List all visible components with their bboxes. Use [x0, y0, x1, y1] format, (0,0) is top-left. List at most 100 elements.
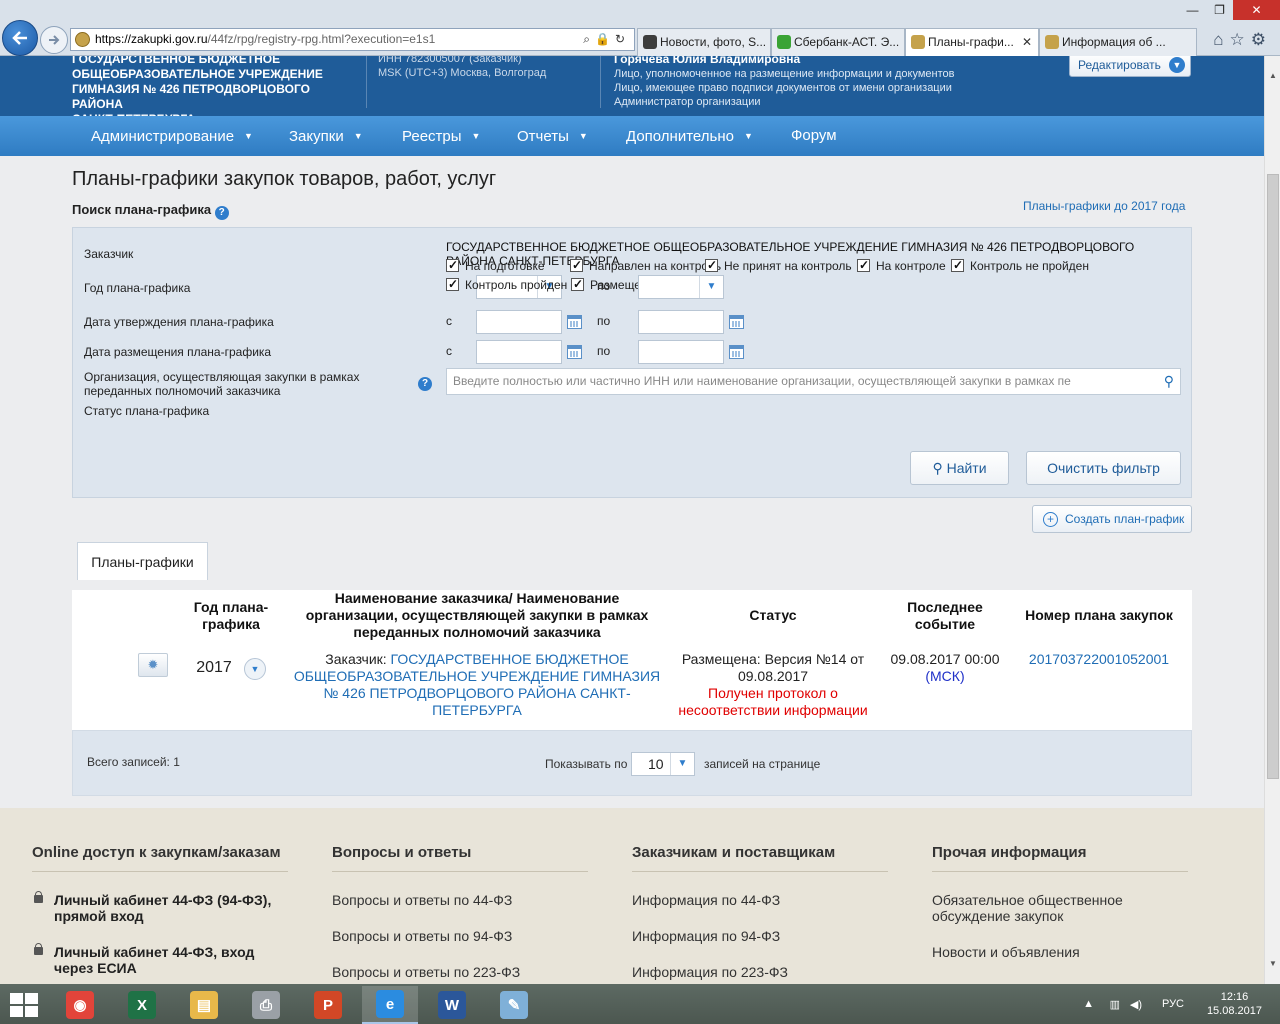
taskbar-app-file-explorer[interactable]: ▤: [176, 986, 232, 1024]
taskbar-app-chrome[interactable]: ◉: [52, 986, 108, 1024]
help-icon[interactable]: ?: [214, 206, 229, 220]
checkbox-checked-icon[interactable]: [705, 258, 718, 272]
footer-link[interactable]: Обязательное общественное обсуждение зак…: [932, 892, 1188, 924]
address-host: https://zakupki.gov.ru: [95, 32, 208, 46]
create-plan-label: Создать план-график: [1065, 512, 1185, 526]
status-checkbox[interactable]: Контроль не пройден: [951, 258, 1089, 273]
taskbar-app-word[interactable]: W: [424, 986, 480, 1024]
tray-arrow-icon[interactable]: ▲: [1083, 998, 1094, 1010]
search-button[interactable]: ⚲ Найти: [910, 451, 1009, 485]
footer-link[interactable]: Информация по 44-ФЗ: [632, 892, 888, 908]
plan-document-icon[interactable]: ✹: [138, 653, 168, 677]
row-plan-number[interactable]: 201703722001052001: [1012, 651, 1186, 668]
taskbar-app-powerpoint[interactable]: P: [300, 986, 356, 1024]
page-viewport: ГОСУДАРСТВЕННОЕ БЮДЖЕТНОЕ ОБЩЕОБРАЗОВАТЕ…: [0, 56, 1264, 990]
browser-tab-label: Новости, фото, S...: [660, 35, 767, 49]
taskbar-app-internet-explorer[interactable]: e: [362, 986, 418, 1024]
forward-button[interactable]: [40, 26, 68, 54]
approval-date-from-input[interactable]: [476, 310, 562, 334]
menu-item[interactable]: Реестры ▼: [402, 116, 480, 156]
browser-tab[interactable]: Информация об ...: [1039, 28, 1197, 56]
footer-link[interactable]: Личный кабинет 44-ФЗ (94-ФЗ), прямой вхо…: [32, 891, 288, 924]
calendar-icon[interactable]: [729, 345, 744, 359]
menu-item[interactable]: Администрирование ▼: [91, 116, 253, 156]
footer-link[interactable]: Вопросы и ответы по 223-ФЗ: [332, 964, 588, 980]
star-icon[interactable]: ☆: [1230, 30, 1251, 49]
org-search-input[interactable]: Введите полностью или частично ИНН или н…: [446, 368, 1181, 395]
menu-item[interactable]: Отчеты ▼: [517, 116, 588, 156]
help-icon[interactable]: ?: [418, 377, 432, 391]
create-plan-button[interactable]: + Создать план-график: [1032, 505, 1192, 533]
network-icon[interactable]: ▥: [1110, 998, 1120, 1011]
checkbox-checked-icon[interactable]: [951, 258, 964, 272]
status-checkbox[interactable]: На контроле: [857, 258, 946, 273]
scroll-up-icon[interactable]: ▲: [1265, 68, 1280, 84]
lock-icon[interactable]: 🔒: [595, 32, 615, 46]
refresh-icon[interactable]: ↻: [615, 32, 630, 46]
calendar-icon[interactable]: [567, 345, 582, 359]
language-indicator[interactable]: РУС: [1162, 998, 1184, 1010]
search-icon[interactable]: ⚲: [1157, 369, 1174, 394]
edit-profile-button[interactable]: Редактировать ▼: [1069, 56, 1191, 77]
browser-tab[interactable]: Сбербанк-АСТ. Э...: [771, 28, 905, 56]
checkbox-checked-icon[interactable]: [857, 258, 870, 272]
placement-date-from-input[interactable]: [476, 340, 562, 364]
volume-icon[interactable]: ◀): [1130, 998, 1142, 1011]
footer-link[interactable]: Вопросы и ответы по 94-ФЗ: [332, 928, 588, 944]
row-last-event-tz: (МСК): [925, 668, 965, 684]
taskbar-app-paint[interactable]: ✎: [486, 986, 542, 1024]
status-checkbox[interactable]: Направлен на контроль: [570, 258, 721, 273]
minimize-button[interactable]: —: [1179, 0, 1206, 20]
footer-link[interactable]: Личный кабинет 44-ФЗ, вход через ЕСИА: [32, 943, 288, 976]
status-checkbox[interactable]: На подготовке: [446, 258, 545, 273]
tab-plans[interactable]: Планы-графики: [77, 542, 208, 580]
menu-item[interactable]: Дополнительно ▼: [626, 116, 753, 156]
taskbar-app-fax-printer[interactable]: ⎙: [238, 986, 294, 1024]
site-footer: Online доступ к закупкам/заказам Личный к…: [0, 808, 1264, 990]
footer-link[interactable]: Новости и объявления: [932, 944, 1188, 960]
footer-link[interactable]: Информация по 223-ФЗ: [632, 964, 888, 980]
footer-link[interactable]: Вопросы и ответы по 44-ФЗ: [332, 892, 588, 908]
taskbar-app-excel[interactable]: X: [114, 986, 170, 1024]
checkbox-checked-icon[interactable]: [571, 277, 584, 291]
status-checkbox[interactable]: Контроль пройден: [446, 277, 568, 292]
status-checkbox[interactable]: Размещен: [571, 277, 648, 292]
calendar-icon[interactable]: [567, 315, 582, 329]
home-icon[interactable]: ⌂: [1213, 30, 1229, 49]
gear-icon[interactable]: ⚙: [1251, 30, 1272, 49]
scrollbar-thumb[interactable]: [1267, 174, 1279, 779]
scroll-down-icon[interactable]: ▼: [1265, 956, 1280, 972]
page-size-select[interactable]: 10 ▼: [631, 752, 695, 776]
close-tab-icon[interactable]: ✕: [1022, 29, 1032, 55]
footer-link[interactable]: Информация по 94-ФЗ: [632, 928, 888, 944]
checkbox-checked-icon[interactable]: [570, 258, 583, 272]
arrow-left-icon: [12, 31, 27, 45]
status-checkbox[interactable]: Не принят на контроль: [705, 258, 852, 273]
browser-tab[interactable]: Планы-графи... ✕: [905, 28, 1039, 56]
checkbox-checked-icon[interactable]: [446, 277, 459, 291]
page-scrollbar[interactable]: ▲ ▼: [1264, 56, 1280, 990]
placement-date-to-input[interactable]: [638, 340, 724, 364]
total-records: Всего записей: 1: [87, 755, 180, 769]
old-plans-link[interactable]: Планы-графики до 2017 года: [1023, 199, 1185, 213]
windows-start-icon[interactable]: [10, 993, 38, 1017]
address-bar[interactable]: https://zakupki.gov.ru/44fz/rpg/registry…: [70, 28, 635, 51]
calendar-icon[interactable]: [729, 315, 744, 329]
menu-item[interactable]: Форум: [791, 116, 837, 156]
clock[interactable]: 12:16 15.08.2017: [1207, 990, 1262, 1018]
org-meta: ИНН 7823005007 (Заказчик) MSK (UTC+3) Мо…: [378, 56, 546, 80]
clear-filter-button[interactable]: Очистить фильтр: [1026, 451, 1181, 485]
back-button[interactable]: [2, 20, 38, 56]
maximize-button[interactable]: ❐: [1206, 0, 1233, 20]
browser-tab[interactable]: Новости, фото, S...: [637, 28, 771, 56]
footer-column-title: Вопросы и ответы: [332, 844, 588, 872]
status-checkbox-label: Контроль пройден: [465, 278, 568, 292]
checkbox-checked-icon[interactable]: [446, 258, 459, 272]
chevron-down-icon: ▼: [1169, 57, 1185, 73]
search-icon[interactable]: ⌕: [583, 32, 595, 46]
approval-date-to-input[interactable]: [638, 310, 724, 334]
menu-item[interactable]: Закупки ▼: [289, 116, 363, 156]
close-window-button[interactable]: ✕: [1233, 0, 1280, 20]
expand-row-button[interactable]: ▼: [244, 658, 266, 680]
year-to-select[interactable]: ▼: [638, 275, 724, 299]
